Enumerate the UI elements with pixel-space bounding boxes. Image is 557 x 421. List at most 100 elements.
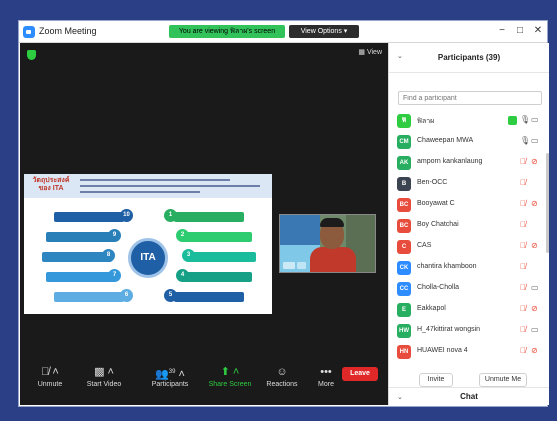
leave-button[interactable]: Leave	[342, 367, 378, 381]
view-label: View	[366, 49, 382, 56]
muted-mic-icon: 🎙̸ ˄	[41, 366, 59, 378]
avatar: C	[397, 240, 411, 254]
participant-row[interactable]: AK amporn kankanlaung 🎙̸ ⊘	[389, 153, 544, 173]
slide-node: 9	[108, 229, 121, 242]
maximize-button[interactable]: □	[513, 25, 527, 36]
speaker-video-thumbnail[interactable]	[279, 214, 376, 273]
muted-mic-icon: 🎙̸	[520, 325, 526, 334]
participant-row[interactable]: C CAS 🎙̸ ⊘	[389, 237, 544, 257]
participants-actions: Invite Unmute Me	[389, 373, 549, 387]
video-icon: ▭	[531, 136, 539, 145]
slide-node: 2	[176, 229, 189, 242]
slide-node: 5	[164, 289, 177, 302]
meeting-video-area: ▦ View วัตถุประสงค์ ของ ITA ITA 10 1 9 2…	[20, 43, 388, 405]
slide-center-circle: ITA	[128, 238, 168, 278]
close-button[interactable]: ✕	[531, 25, 545, 36]
participant-name: H_47kittirat wongsin	[417, 326, 481, 333]
window-title: Zoom Meeting	[39, 26, 97, 36]
avatar: BC	[397, 219, 411, 233]
avatar: BC	[397, 198, 411, 212]
participant-row[interactable]: CK chantira khamboon 🎙̸	[389, 258, 544, 278]
view-options-button[interactable]: View Options ▾	[289, 25, 359, 38]
slide-item	[46, 232, 116, 242]
security-shield-icon[interactable]	[27, 50, 36, 60]
participant-row[interactable]: B Ben-OCC 🎙̸	[389, 174, 544, 194]
avatar: E	[397, 303, 411, 317]
slide-node: 6	[120, 289, 133, 302]
participants-scrollbar[interactable]	[546, 153, 549, 253]
view-button[interactable]: ▦ View	[358, 48, 382, 56]
slide-item	[54, 212, 124, 222]
participant-row[interactable]: BC Boy Chatchai 🎙̸	[389, 216, 544, 236]
slide-node: 3	[182, 249, 195, 262]
desktop-background: Zoom Meeting You are viewing ฟิลาผ's scr…	[0, 0, 557, 421]
start-video-button[interactable]: ▩ ˄ Start Video	[74, 363, 134, 388]
avatar: CM	[397, 135, 411, 149]
video-icon: ▭	[531, 115, 539, 124]
mic-icon: 🎙	[520, 136, 531, 145]
participant-name: Booyawat C	[417, 200, 455, 207]
video-icon: ▭	[531, 283, 539, 292]
speaker-body	[310, 247, 356, 272]
unmute-me-button[interactable]: Unmute Me	[479, 373, 527, 387]
participants-header: ⌄ Participants (39)	[389, 43, 549, 73]
participant-row[interactable]: ฟิ ฟิลาผ 🎙 ▭	[389, 111, 544, 131]
video-off-icon: ⊘	[531, 199, 538, 208]
chat-header[interactable]: ⌄ Chat	[389, 387, 549, 405]
participants-icon: 👥39 ˄	[155, 368, 185, 381]
participant-search-input[interactable]	[398, 91, 542, 105]
slide-node: 8	[102, 249, 115, 262]
participant-name: CAS	[417, 242, 432, 249]
muted-mic-icon: 🎙̸	[520, 241, 526, 250]
video-icon: ▭	[531, 325, 539, 334]
slide-node: 7	[108, 269, 121, 282]
muted-mic-icon: 🎙̸	[520, 304, 526, 313]
mic-icon: 🎙	[520, 115, 531, 124]
slide-item	[182, 232, 252, 242]
slide-node: 1	[164, 209, 177, 222]
share-screen-button[interactable]: ⬆ ˄ Share Screen	[200, 363, 260, 388]
participant-name: Cholla-Cholla	[417, 284, 460, 291]
participant-row[interactable]: CM Chaweepan MWA 🎙 ▭	[389, 132, 544, 152]
participant-name: amporn kankanlaung	[417, 158, 483, 165]
muted-mic-icon: 🎙̸	[520, 262, 526, 271]
avatar: HN	[397, 345, 411, 359]
video-off-icon: ⊘	[531, 241, 538, 250]
invite-button[interactable]: Invite	[419, 373, 453, 387]
muted-mic-icon: 🎙̸	[520, 157, 526, 166]
meeting-toolbar: 🎙̸ ˄ Unmute ▩ ˄ Start Video 👥39 ˄ Partic…	[20, 359, 388, 405]
unmute-label: Unmute	[37, 381, 63, 388]
unmute-button[interactable]: 🎙̸ ˄ Unmute	[20, 363, 80, 388]
participant-name: Ben-OCC	[417, 179, 448, 186]
slide-node: 10	[120, 209, 133, 222]
shared-screen-slide: วัตถุประสงค์ ของ ITA ITA 10 1 9 2 8 3 7 …	[24, 174, 272, 314]
muted-mic-icon: 🎙̸	[520, 283, 526, 292]
muted-mic-icon: 🎙̸	[520, 346, 526, 355]
video-off-icon: ⊘	[531, 346, 538, 355]
participants-title: Participants (39)	[437, 53, 501, 62]
share-screen-icon: ⬆ ˄	[220, 366, 240, 378]
participant-row[interactable]: CC Cholla-Cholla 🎙̸ ▭	[389, 279, 544, 299]
participant-row[interactable]: E Eakkapol 🎙̸ ⊘	[389, 300, 544, 320]
zoom-window: Zoom Meeting You are viewing ฟิลาผ's scr…	[18, 20, 549, 407]
participant-row[interactable]: HW H_47kittirat wongsin 🎙̸ ▭	[389, 321, 544, 341]
slide-header: วัตถุประสงค์ ของ ITA	[24, 174, 272, 198]
avatar: CK	[397, 261, 411, 275]
participant-name: Boy Chatchai	[417, 221, 459, 228]
title-bar: Zoom Meeting You are viewing ฟิลาผ's scr…	[19, 21, 547, 43]
muted-mic-icon: 🎙̸	[520, 220, 526, 229]
participants-button[interactable]: 👥39 ˄ Participants	[140, 363, 200, 388]
participant-row[interactable]: BC Booyawat C 🎙̸ ⊘	[389, 195, 544, 215]
slide-item	[174, 212, 244, 222]
participant-name: Chaweepan MWA	[417, 137, 474, 144]
avatar: CC	[397, 282, 411, 296]
minimize-button[interactable]: −	[495, 25, 509, 36]
zoom-logo-icon	[23, 26, 35, 38]
video-off-icon: ▩ ˄	[94, 366, 114, 378]
participants-list: ฟิ ฟิลาผ 🎙 ▭ CM Chaweepan MWA 🎙 ▭ AK amporn kanka…	[389, 111, 544, 369]
slide-text-line	[80, 191, 200, 193]
slide-item	[174, 292, 244, 302]
participant-row[interactable]: HN HUAWEI nova 4 🎙̸ ⊘	[389, 342, 544, 362]
slide-node: 4	[176, 269, 189, 282]
avatar: ฟิ	[397, 114, 411, 128]
